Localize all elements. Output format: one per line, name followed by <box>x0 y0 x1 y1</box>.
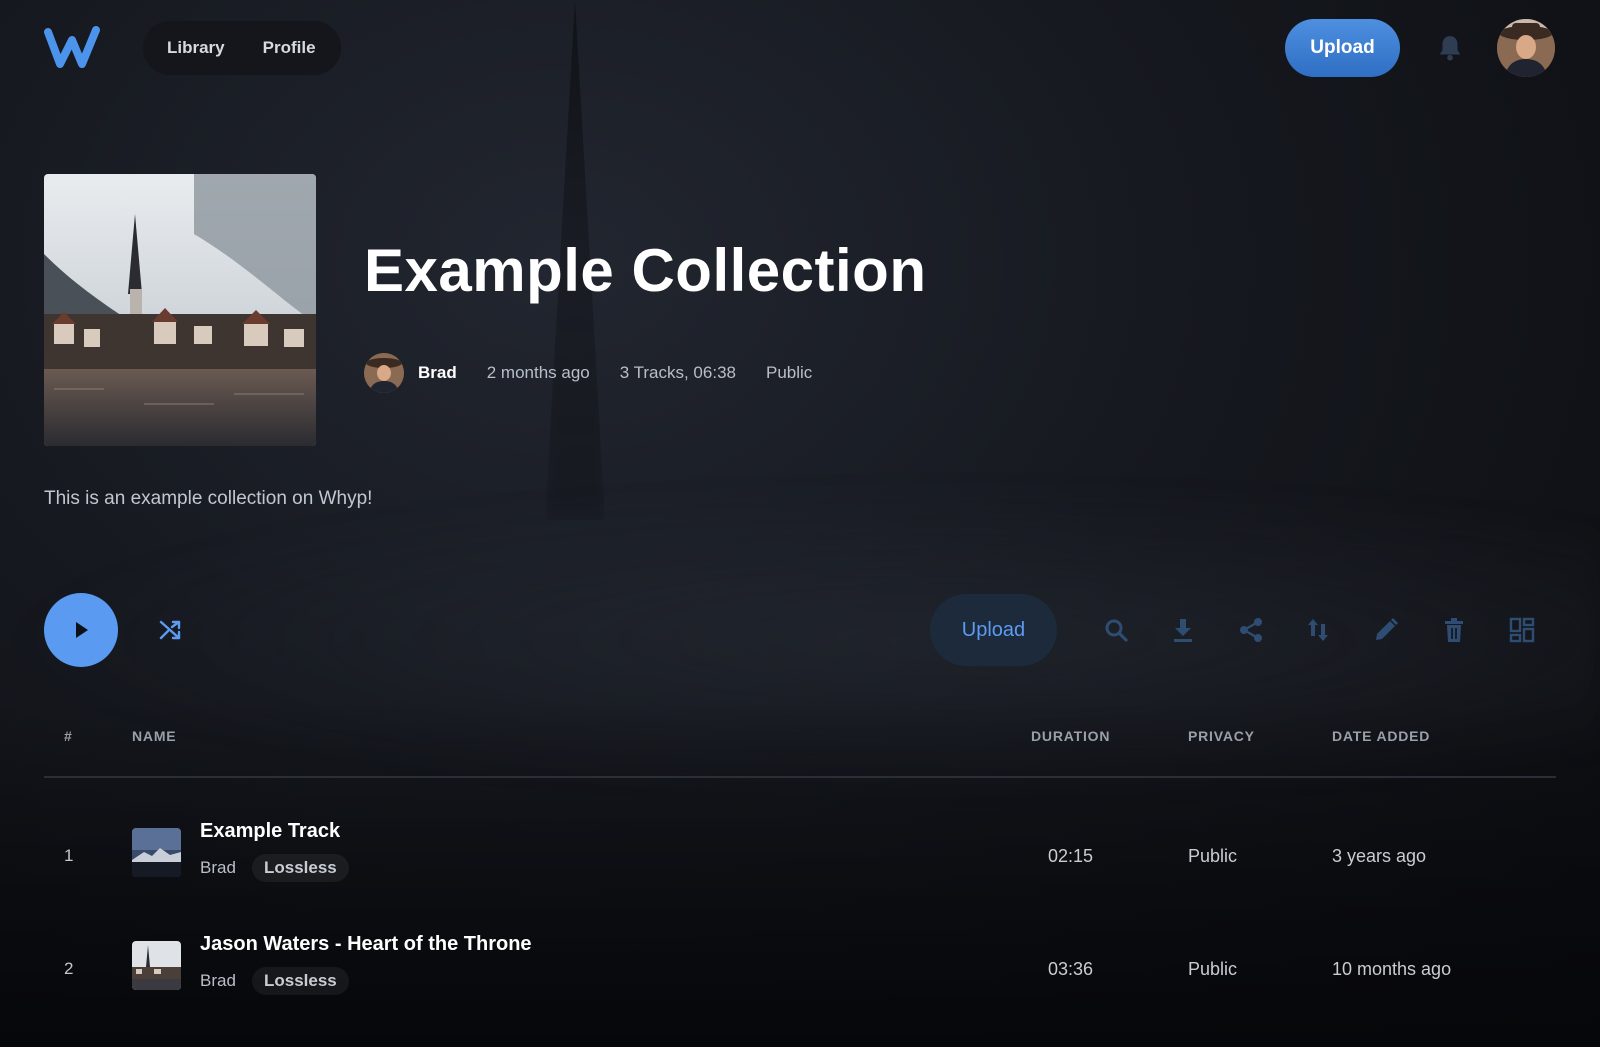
collection-description: This is an example collection on Whyp! <box>44 488 373 509</box>
shuffle-icon[interactable] <box>158 617 184 643</box>
table-row[interactable]: 2 Jason Waters - Heart of the Throne Bra… <box>0 933 1600 1013</box>
track-artwork <box>132 941 181 990</box>
tracks-summary: 3 Tracks, 06:38 <box>619 363 736 382</box>
track-artwork <box>132 828 181 877</box>
owner-avatar[interactable] <box>364 353 404 393</box>
nav-profile[interactable]: Profile <box>263 38 316 58</box>
play-button[interactable] <box>44 593 118 667</box>
collection-upload-button[interactable]: Upload <box>930 594 1057 666</box>
lossless-badge: Lossless <box>252 967 349 995</box>
collection-meta: Brad 2 months ago 3 Tracks, 06:38 Public <box>364 352 842 394</box>
track-privacy: Public <box>1188 959 1238 979</box>
track-artist[interactable]: Brad <box>200 971 236 991</box>
delete-icon[interactable] <box>1440 616 1468 644</box>
track-title[interactable]: Example Track <box>200 820 340 843</box>
grid-view-icon[interactable] <box>1508 616 1536 644</box>
track-date-added: 10 months ago <box>1332 959 1452 979</box>
track-number: 2 <box>64 959 74 978</box>
lossless-badge: Lossless <box>252 854 349 882</box>
track-number: 1 <box>64 846 74 865</box>
edit-icon[interactable] <box>1372 616 1400 644</box>
track-date-added: 3 years ago <box>1332 846 1427 866</box>
table-row[interactable]: 1 Example Track Brad Lossless 02:15 Publ… <box>0 820 1600 900</box>
track-privacy: Public <box>1188 846 1238 866</box>
header-upload-button[interactable]: Upload <box>1285 19 1400 77</box>
track-title[interactable]: Jason Waters - Heart of the Throne <box>200 933 532 956</box>
sort-icon[interactable] <box>1304 616 1332 644</box>
main-nav: Library Profile <box>143 21 341 75</box>
column-header-date-added[interactable]: DATE ADDED <box>1332 728 1430 744</box>
collection-privacy: Public <box>765 363 813 382</box>
search-icon[interactable] <box>1102 616 1130 644</box>
play-icon <box>76 622 88 638</box>
collection-title: Example Collection <box>364 237 927 304</box>
column-header-number: # <box>64 728 73 744</box>
track-duration: 03:36 <box>1048 959 1094 979</box>
track-artist[interactable]: Brad <box>200 858 236 878</box>
share-icon[interactable] <box>1237 616 1265 644</box>
table-header: # NAME DURATION PRIVACY DATE ADDED <box>0 728 1600 752</box>
column-header-name[interactable]: NAME <box>132 728 176 744</box>
created-date: 2 months ago <box>486 363 590 382</box>
nav-library[interactable]: Library <box>167 38 225 58</box>
track-duration: 02:15 <box>1048 846 1094 866</box>
column-header-duration[interactable]: DURATION <box>1031 728 1110 744</box>
table-divider <box>44 776 1556 778</box>
owner-name[interactable]: Brad <box>418 363 457 383</box>
collection-cover-image <box>44 174 316 446</box>
user-avatar[interactable] <box>1497 19 1555 77</box>
top-bar: Library Profile Upload <box>0 0 1600 96</box>
download-icon[interactable] <box>1169 616 1197 644</box>
bell-icon[interactable] <box>1437 34 1463 62</box>
whyp-logo-icon[interactable] <box>44 26 104 70</box>
column-header-privacy[interactable]: PRIVACY <box>1188 728 1255 744</box>
